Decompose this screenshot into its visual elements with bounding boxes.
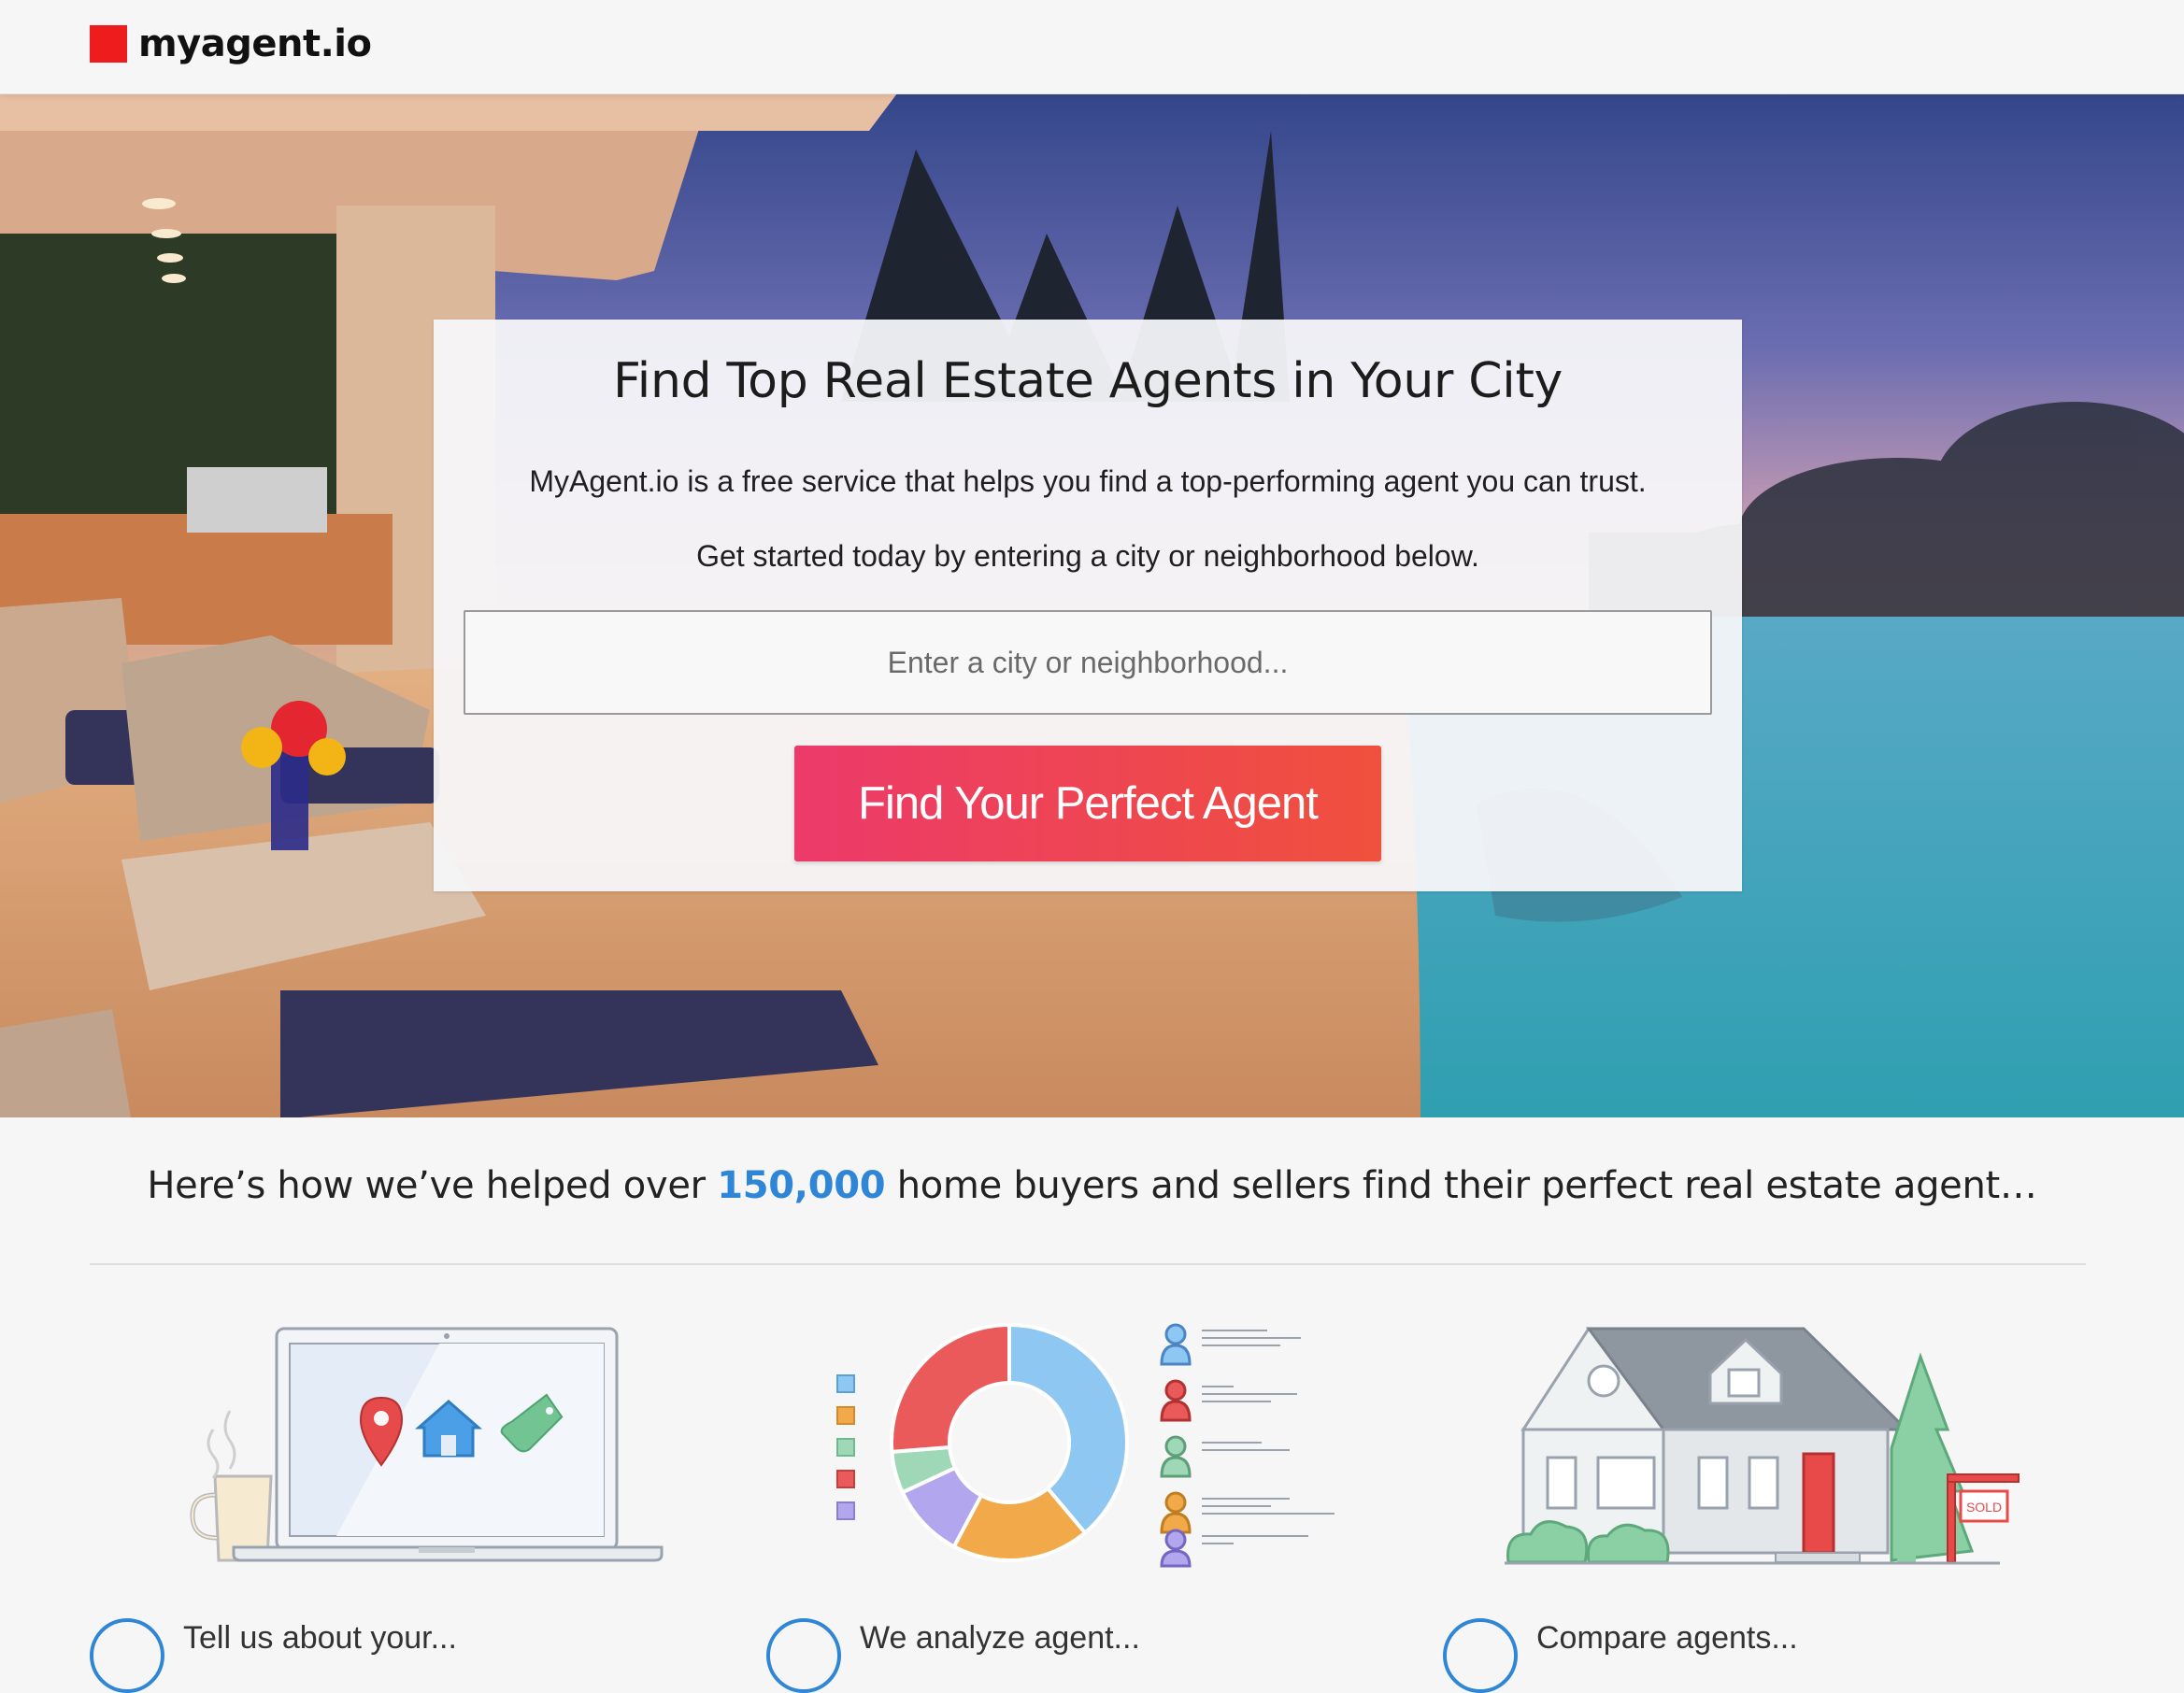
sold-sign-label: SOLD	[1966, 1500, 2002, 1515]
step-3-icon	[1443, 1618, 1518, 1693]
hero-section: Find Top Real Estate Agents in Your City…	[0, 93, 2184, 1117]
hero-subtitle: Get started today by entering a city or …	[696, 539, 1479, 573]
tagline-text-after: home buyers and sellers find their perfe…	[885, 1164, 2037, 1207]
donut-chart-illustration	[836, 1322, 1335, 1568]
find-agent-button[interactable]: Find Your Perfect Agent	[794, 746, 1381, 861]
chart-legend-squares	[836, 1374, 855, 1520]
step-1-text: Tell us about your...	[183, 1620, 457, 1656]
agent-avatar-icon	[1160, 1529, 1192, 1568]
agent-avatar-icon	[1160, 1491, 1192, 1534]
buyers-count-highlight: 150,000	[717, 1164, 886, 1207]
agent-avatar-icon	[1160, 1379, 1192, 1422]
tree-icon	[1890, 1352, 1975, 1562]
step-3-text: Compare agents...	[1536, 1620, 1798, 1656]
step-2-icon	[766, 1618, 841, 1693]
hero-description: MyAgent.io is a free service that helps …	[529, 464, 1647, 498]
house-illustration: SOLD	[1505, 1327, 2020, 1565]
logo-text: myagent.io	[138, 22, 372, 65]
agent-list	[1160, 1323, 1335, 1568]
step-2-text: We analyze agent...	[860, 1620, 1140, 1656]
agent-avatar-icon	[1160, 1435, 1192, 1478]
top-navbar: myagent.io	[0, 0, 2184, 94]
coffee-mug-icon	[190, 1410, 273, 1562]
section-divider	[90, 1263, 2086, 1265]
tagline-text-before: Here’s how we’ve helped over	[147, 1164, 718, 1207]
site-logo[interactable]: myagent.io	[90, 22, 372, 65]
house-icon	[1520, 1327, 1910, 1563]
donut-chart	[890, 1322, 1129, 1562]
agent-info-lines	[1202, 1330, 1335, 1544]
agent-avatar-icon	[1160, 1323, 1192, 1366]
hero-title: Find Top Real Estate Agents in Your City	[612, 353, 1563, 409]
logo-square-icon	[90, 25, 127, 63]
laptop-illustration	[190, 1327, 664, 1562]
hero-search-card: Find Top Real Estate Agents in Your City…	[434, 320, 1742, 891]
stats-tagline: Here’s how we’ve helped over 150,000 hom…	[0, 1164, 2184, 1207]
step-1-icon	[90, 1618, 164, 1693]
city-search-input[interactable]	[464, 610, 1712, 715]
